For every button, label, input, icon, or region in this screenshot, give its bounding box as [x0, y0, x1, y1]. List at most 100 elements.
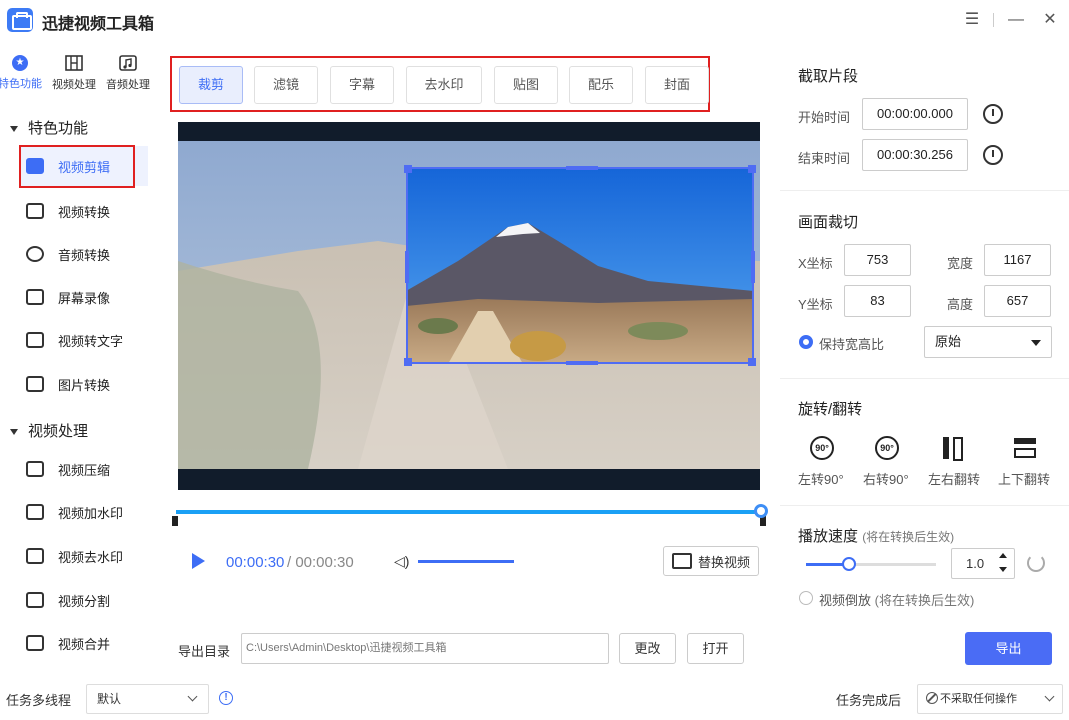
sidebar-item-image-convert[interactable]: 图片转换 [20, 364, 148, 404]
progress-bar[interactable] [176, 510, 764, 514]
dropdown-arrow-icon [1031, 340, 1041, 346]
sidebar-item-label: 视频加水印 [58, 505, 124, 521]
rotate-right-icon[interactable]: 90° [875, 436, 899, 460]
keep-ratio-label: 保持宽高比 [819, 337, 885, 352]
reverse-label-text: 视频倒放 [819, 593, 872, 608]
replace-video-icon [671, 553, 692, 569]
crop-handle[interactable] [405, 251, 409, 283]
sidebar-group-featured[interactable]: 特色功能 [10, 117, 88, 138]
sidebar-item-merge[interactable]: 视频合并 [20, 623, 148, 663]
sidebar-item-label: 视频转换 [58, 204, 111, 220]
nav-featured[interactable]: ★ 特色功能 [0, 52, 46, 98]
start-time-label: 开始时间 [798, 110, 851, 125]
end-time-input[interactable]: 00:00:30.256 [862, 139, 968, 171]
tab-music[interactable]: 配乐 [569, 66, 633, 104]
crop-handle[interactable] [404, 358, 412, 366]
reset-icon[interactable] [1027, 554, 1045, 572]
sidebar-item-label: 图片转换 [58, 377, 111, 393]
sidebar-item-video-convert[interactable]: 视频转换 [20, 191, 148, 231]
divider [780, 190, 1069, 191]
speed-title: 播放速度 [798, 528, 859, 545]
change-dir-button[interactable]: 更改 [619, 633, 676, 664]
sidebar-item-compress[interactable]: 视频压缩 [20, 449, 148, 489]
flip-vertical-icon[interactable] [1014, 438, 1036, 458]
volume-slider[interactable] [418, 560, 514, 563]
minimize-icon[interactable]: — [1004, 8, 1028, 32]
play-icon[interactable] [192, 553, 205, 569]
progress-thumb[interactable] [754, 504, 768, 518]
rotate-left-icon[interactable]: 90° [810, 436, 834, 460]
image-icon [26, 376, 44, 392]
export-path-field[interactable]: C:\Users\Admin\Desktop\迅捷视频工具箱 [241, 633, 609, 664]
sidebar-item-label: 视频分割 [58, 593, 111, 609]
convert-icon [26, 203, 44, 219]
screen-record-icon [26, 289, 44, 305]
menu-icon[interactable]: ☰ [960, 8, 984, 32]
clock-icon[interactable] [983, 145, 1003, 165]
add-watermark-icon [26, 504, 44, 520]
volume-icon[interactable]: ◁) [394, 553, 409, 570]
info-icon[interactable]: ! [219, 691, 233, 705]
replace-video-button[interactable]: 替换视频 [663, 546, 759, 576]
crop-handle[interactable] [566, 361, 598, 365]
ratio-select[interactable]: 原始 [924, 326, 1052, 358]
x-input[interactable]: 753 [844, 244, 911, 276]
ratio-select-value: 原始 [935, 334, 962, 349]
total-time: / 00:00:30 [287, 554, 354, 571]
clip-section-title: 截取片段 [798, 68, 859, 85]
reverse-note: (将在转换后生效) [874, 593, 975, 608]
reverse-radio[interactable] [799, 591, 813, 605]
trim-start-marker[interactable] [172, 516, 178, 526]
after-complete-select[interactable]: 不采取任何操作 [917, 684, 1063, 714]
close-icon[interactable]: ✕ [1038, 8, 1062, 32]
keep-ratio-radio[interactable] [799, 335, 813, 349]
after-complete-label: 任务完成后 [836, 693, 902, 708]
crop-handle[interactable] [404, 165, 412, 173]
start-time-input[interactable]: 00:00:00.000 [862, 98, 968, 130]
clock-icon[interactable] [983, 104, 1003, 124]
sidebar-item-remove-watermark[interactable]: 视频去水印 [20, 536, 148, 576]
crop-handle[interactable] [751, 251, 755, 283]
spin-up-icon[interactable] [999, 553, 1007, 558]
tab-filter[interactable]: 滤镜 [254, 66, 318, 104]
sidebar-group-featured-label: 特色功能 [28, 120, 89, 137]
reverse-label: 视频倒放 (将在转换后生效) [819, 590, 974, 609]
spin-down-icon[interactable] [999, 567, 1007, 572]
sidebar-item-audio-convert[interactable]: 音频转换 [20, 234, 148, 274]
width-input[interactable]: 1167 [984, 244, 1051, 276]
crop-handle[interactable] [748, 165, 756, 173]
crop-selection[interactable] [404, 165, 756, 366]
crop-handle[interactable] [748, 358, 756, 366]
sidebar-item-screen-record[interactable]: 屏幕录像 [20, 277, 148, 317]
split-icon [26, 592, 44, 608]
nav-audio[interactable]: 音频处理 [102, 52, 154, 98]
app-title: 迅捷视频工具箱 [42, 16, 155, 33]
sidebar-item-label: 视频转文字 [58, 333, 124, 349]
open-dir-button[interactable]: 打开 [687, 633, 744, 664]
speed-slider-thumb[interactable] [842, 557, 856, 571]
tab-crop[interactable]: 裁剪 [179, 66, 243, 104]
film-icon [65, 55, 83, 71]
sidebar-item-video-to-text[interactable]: 视频转文字 [20, 320, 148, 360]
crop-handle[interactable] [566, 166, 598, 170]
sidebar-item-add-watermark[interactable]: 视频加水印 [20, 492, 148, 532]
video-preview[interactable] [178, 122, 760, 490]
divider [780, 505, 1069, 506]
threads-select[interactable]: 默认 [86, 684, 209, 714]
y-input[interactable]: 83 [844, 285, 911, 317]
height-input[interactable]: 657 [984, 285, 1051, 317]
star-icon: ★ [12, 55, 28, 71]
flip-horizontal-icon[interactable] [943, 437, 963, 461]
export-button[interactable]: 导出 [965, 632, 1052, 665]
tab-sticker[interactable]: 贴图 [494, 66, 558, 104]
sidebar-item-split[interactable]: 视频分割 [20, 580, 148, 620]
tab-remove-watermark[interactable]: 去水印 [406, 66, 482, 104]
tab-subtitle[interactable]: 字幕 [330, 66, 394, 104]
audio-icon [26, 246, 44, 262]
rotate-right-label: 右转90° [863, 472, 909, 487]
nav-video[interactable]: 视频处理 [48, 52, 100, 98]
tab-cover[interactable]: 封面 [645, 66, 709, 104]
caret-down-icon [10, 126, 18, 133]
sidebar-group-video[interactable]: 视频处理 [10, 420, 88, 441]
flip-horizontal-label: 左右翻转 [928, 472, 981, 487]
